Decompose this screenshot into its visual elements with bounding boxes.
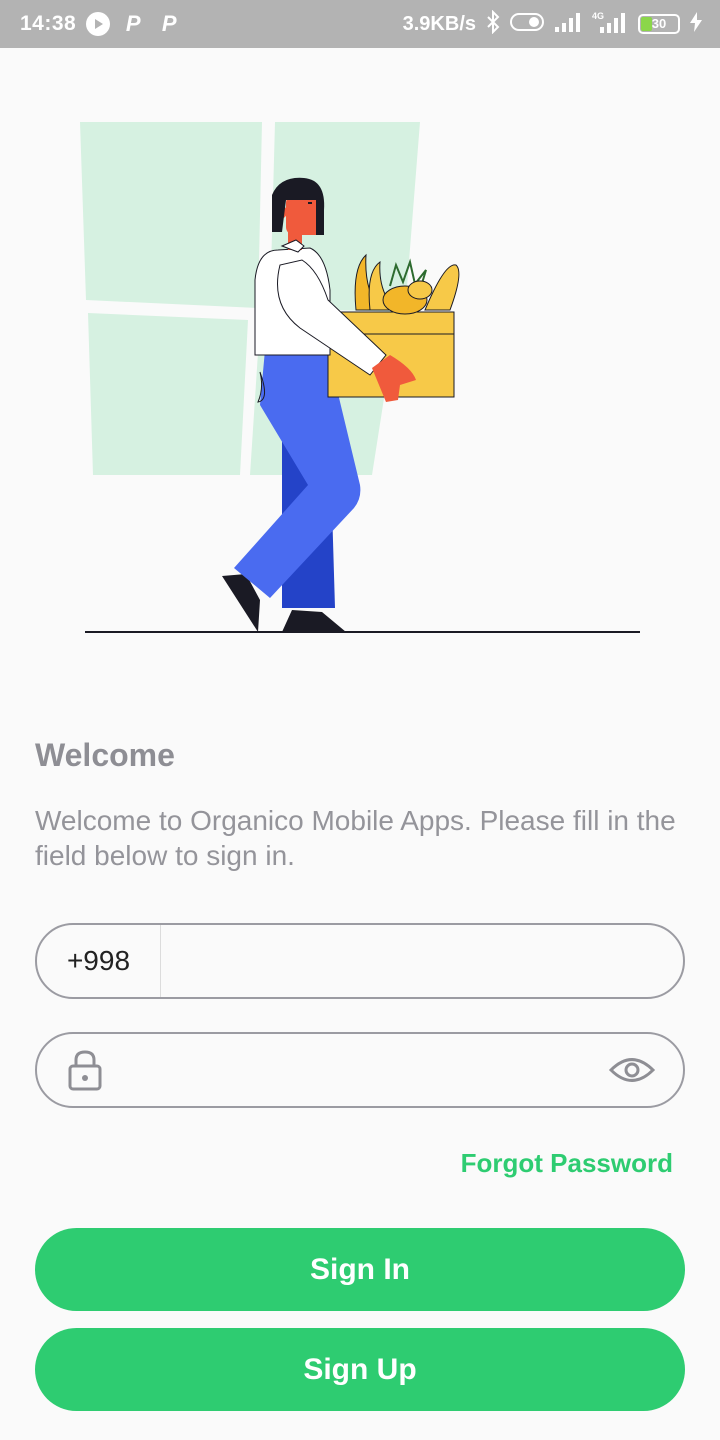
battery-level: 30 [651,16,667,31]
network-speed: 3.9KB/s [402,12,476,35]
password-input[interactable] [107,1034,607,1106]
status-time: 14:38 [20,12,77,35]
lock-icon [67,1048,107,1092]
status-bar-left: 14:38 P P [20,11,182,37]
password-field[interactable] [35,1032,685,1108]
sign-in-button[interactable]: Sign In [35,1228,685,1311]
window-pane [80,122,262,308]
shoe [282,610,346,632]
phone-input[interactable] [161,925,683,997]
phone-field[interactable]: +998 [35,923,685,999]
toggle-icon [510,12,544,37]
app-notification-icon: P [125,11,141,36]
eye-icon[interactable] [607,1055,657,1085]
country-code-selector[interactable]: +998 [37,925,161,997]
bluetooth-icon [486,9,500,39]
battery-icon: 30 [638,14,680,34]
app-notification-icon: P [161,11,177,36]
illustration-woman-with-groceries [60,100,660,660]
charging-bolt-icon [690,11,702,37]
signal-4g-icon: 4G [592,11,628,38]
signal-icon [554,12,582,37]
welcome-message: Welcome to Organico Mobile Apps. Please … [35,805,676,871]
play-circle-icon [86,12,111,36]
forgot-password-link[interactable]: Forgot Password [461,1148,673,1179]
status-bar-right: 3.9KB/s 4G 30 [402,9,702,39]
status-bar: 14:38 P P 3.9KB/s 4G 30 [0,0,720,48]
page-title: Welcome [35,737,175,773]
svg-text:4G: 4G [592,11,604,21]
sign-up-button[interactable]: Sign Up [35,1328,685,1411]
window-pane [88,313,248,475]
